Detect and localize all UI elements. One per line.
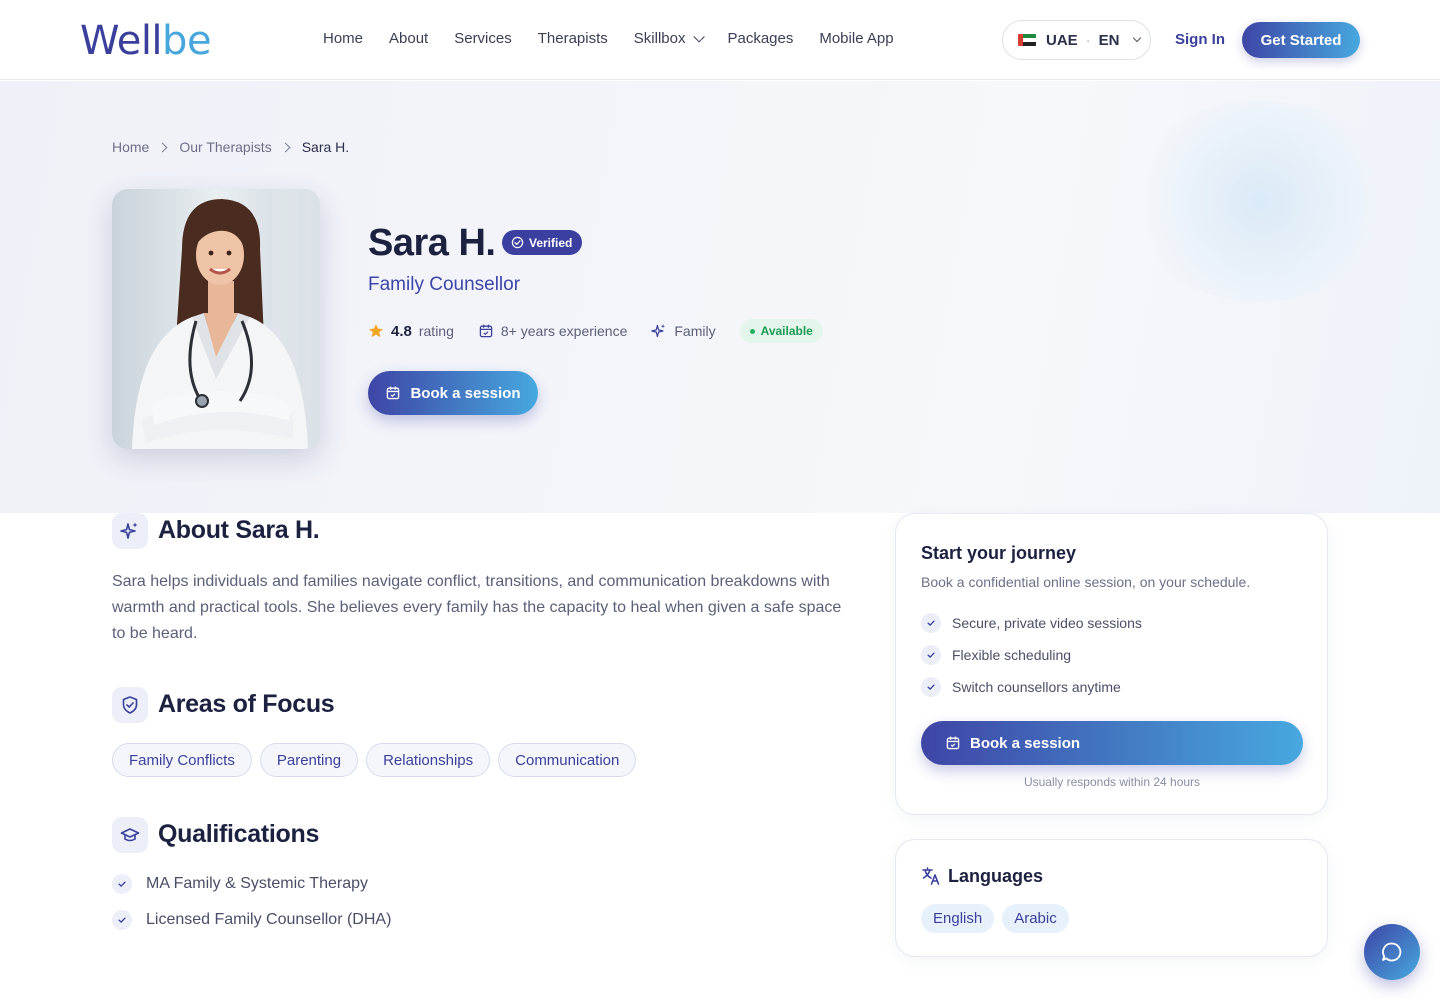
therapist-name: Sara H. — [368, 222, 496, 264]
calendar-icon — [946, 736, 960, 750]
languages-card: Languages English Arabic — [895, 839, 1328, 957]
nav-services[interactable]: Services — [454, 30, 512, 47]
response-time-note: Usually responds within 24 hours — [1023, 775, 1201, 789]
nav-therapists[interactable]: Therapists — [538, 30, 608, 47]
chat-button[interactable] — [1364, 924, 1420, 980]
sparkles-icon — [651, 324, 666, 338]
qualifications-title: Qualifications — [158, 820, 320, 848]
breadcrumb-current: Sara H. — [301, 139, 350, 155]
therapist-photo — [112, 189, 320, 449]
uae-flag-icon — [1018, 34, 1036, 46]
check-icon — [112, 910, 132, 930]
verified-label: Verified — [529, 235, 573, 250]
nav-mobile-app[interactable]: Mobile App — [819, 30, 893, 47]
site-header: Wellbe Home About Services Therapists Sk… — [0, 0, 1440, 80]
booking-feature-text: Secure, private video sessions — [952, 615, 1142, 631]
specialty: Family — [651, 323, 716, 339]
experience: 8+ years experience — [478, 323, 627, 339]
qualification-text: MA Family & Systemic Therapy — [146, 875, 368, 892]
profile-meta: 4.8 rating 8+ years experience Family Av… — [368, 319, 823, 343]
card-book-session-label: Book a session — [970, 734, 1081, 752]
about-title: About Sara H. — [158, 516, 320, 544]
languages-title: Languages — [948, 866, 1044, 886]
booking-feature: Switch counsellors anytime — [921, 677, 1121, 697]
focus-tag[interactable]: Family Conflicts — [112, 743, 252, 777]
language-chip: Arabic — [1002, 904, 1069, 933]
availability-label: Available — [760, 324, 813, 338]
shield-check-icon — [122, 696, 138, 714]
rating: 4.8 rating — [368, 323, 454, 340]
verified-badge: Verified — [502, 230, 583, 255]
language-label: EN — [1098, 31, 1120, 49]
chevron-down-icon — [693, 30, 706, 43]
experience-text: 8+ years experience — [500, 323, 628, 339]
language-chip: English — [921, 904, 995, 933]
get-started-button[interactable]: Get Started — [1242, 22, 1360, 58]
nav-skillbox-label: Skillbox — [633, 30, 686, 47]
booking-feature-text: Switch counsellors anytime — [952, 679, 1121, 695]
card-book-session-button[interactable]: Book a session — [921, 721, 1303, 765]
booking-card: Start your journey Book a confidential o… — [895, 513, 1328, 815]
focus-section-icon — [112, 687, 148, 723]
focus-tag[interactable]: Parenting — [259, 743, 359, 777]
about-section-icon — [112, 513, 148, 549]
therapist-role: Family Counsellor — [368, 274, 521, 295]
breadcrumb-home[interactable]: Home — [112, 139, 149, 155]
booking-feature-text: Flexible scheduling — [952, 647, 1072, 663]
focus-tags: Family Conflicts Parenting Relationships… — [112, 743, 637, 777]
wellbe-logo[interactable]: Wellbe — [80, 18, 212, 64]
nav-packages[interactable]: Packages — [727, 30, 793, 47]
check-icon — [112, 874, 132, 894]
translate-icon — [922, 867, 940, 885]
nav-home[interactable]: Home — [323, 30, 363, 47]
star-icon — [369, 324, 383, 338]
booking-feature: Flexible scheduling — [921, 645, 1071, 665]
calendar-icon — [387, 386, 400, 400]
booking-feature: Secure, private video sessions — [921, 613, 1142, 633]
calendar-check-icon — [479, 324, 493, 338]
availability-badge: Available — [739, 319, 823, 343]
booking-card-subtitle: Book a confidential online session, on y… — [921, 574, 1251, 590]
sign-in-link[interactable]: Sign In — [1175, 31, 1225, 48]
focus-title: Areas of Focus — [158, 690, 335, 718]
rating-value: 4.8 — [391, 322, 412, 340]
graduation-cap-icon — [120, 828, 140, 842]
check-icon — [921, 645, 941, 665]
book-session-button[interactable]: Book a session — [368, 371, 538, 415]
check-icon — [921, 677, 941, 697]
language-chips: English Arabic — [921, 904, 1069, 933]
book-session-label: Book a session — [410, 384, 521, 402]
sparkles-icon — [120, 522, 138, 539]
breadcrumb: Home Our Therapists Sara H. — [112, 139, 349, 155]
qualification-text: Licensed Family Counsellor (DHA) — [146, 911, 392, 928]
check-icon — [921, 613, 941, 633]
status-dot-icon — [749, 328, 755, 334]
region-label: UAE — [1046, 31, 1078, 49]
qualification-item: Licensed Family Counsellor (DHA) — [112, 910, 391, 930]
main-nav: Home About Services Therapists Skillbox … — [323, 30, 920, 47]
region-language-selector[interactable]: UAE · EN — [1002, 20, 1151, 60]
qualification-item: MA Family & Systemic Therapy — [112, 874, 368, 894]
breadcrumb-therapists[interactable]: Our Therapists — [179, 139, 271, 155]
chevron-right-icon — [157, 142, 168, 152]
chevron-right-icon — [280, 142, 291, 152]
focus-tag[interactable]: Communication — [498, 743, 637, 777]
specialty-text: Family — [674, 323, 716, 339]
focus-tag[interactable]: Relationships — [366, 743, 491, 777]
nav-about[interactable]: About — [389, 30, 428, 47]
chat-bubble-icon — [1382, 942, 1402, 962]
separator-dot: · — [1085, 31, 1091, 49]
qualifications-section-icon — [112, 817, 148, 853]
badge-check-icon — [511, 236, 524, 249]
chevron-down-icon — [1132, 33, 1141, 43]
about-text: Sara helps individuals and families navi… — [112, 573, 842, 642]
nav-skillbox[interactable]: Skillbox — [633, 30, 706, 47]
booking-card-title: Start your journey — [921, 543, 1077, 563]
rating-label: rating — [418, 323, 454, 339]
